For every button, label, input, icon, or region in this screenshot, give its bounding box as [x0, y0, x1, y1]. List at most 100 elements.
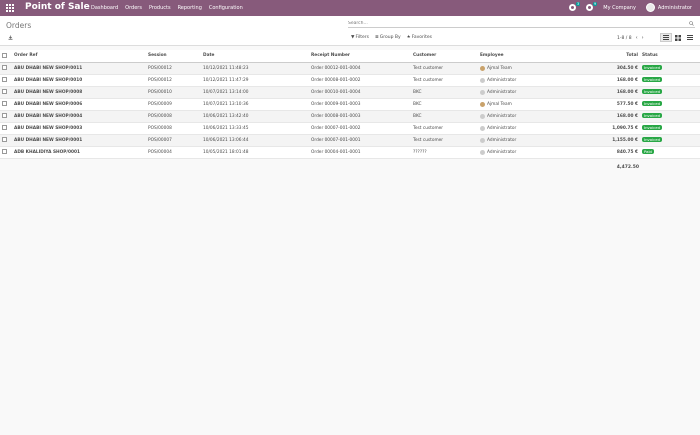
table-row[interactable]: ABU DHABI NEW SHOP/0008 POS/00010 10/07/20…: [0, 86, 700, 99]
menu-reporting[interactable]: Reporting: [178, 5, 202, 11]
table-row[interactable]: ABU DHABI NEW SHOP/0003 POS/00008 10/06/20…: [0, 122, 700, 135]
cell-session: POS/00009: [146, 98, 201, 111]
header-date[interactable]: Date: [201, 50, 309, 63]
select-all-checkbox[interactable]: [2, 52, 7, 58]
cell-receipt: Order 00009-001-0003: [309, 98, 411, 111]
status-badge: Invoiced: [642, 89, 662, 94]
cell-customer: Test customer: [411, 62, 478, 75]
list-view-button[interactable]: [660, 33, 672, 42]
cell-total: 577.50 €: [548, 98, 640, 111]
header-status[interactable]: Status: [640, 50, 700, 63]
cell-receipt: Order 00004-001-0001: [309, 146, 411, 159]
form-view-icon: [687, 35, 693, 40]
search-input[interactable]: [348, 21, 678, 26]
employee-name: Ajmal Team: [487, 65, 512, 71]
cell-customer: BKC: [411, 98, 478, 111]
cell-employee: Administrator: [478, 146, 548, 159]
cell-customer: Test customer: [411, 134, 478, 147]
app-title[interactable]: Point of Sale: [25, 2, 90, 12]
header-total[interactable]: Total: [548, 50, 640, 63]
status-badge: Invoiced: [642, 101, 662, 106]
form-view-button[interactable]: [684, 33, 696, 42]
table-row[interactable]: ADB KHALIDIYA SHOP/0001 POS/00004 10/05/20…: [0, 146, 700, 159]
cell-session: POS/00004: [146, 146, 201, 159]
row-checkbox[interactable]: [2, 137, 7, 142]
cell-receipt: Order 00008-001-0003: [309, 110, 411, 123]
group-by-button[interactable]: ≡ Group By: [375, 35, 401, 40]
row-checkbox[interactable]: [2, 113, 7, 118]
orders-table: Order Ref Session Date Receipt Number Cu…: [0, 50, 700, 159]
cell-total: 168.00 €: [548, 110, 640, 123]
employee-avatar: [480, 125, 485, 131]
employee-name: Administrator: [487, 149, 517, 155]
menu-orders[interactable]: Orders: [125, 5, 142, 11]
cell-receipt: Order 00010-001-0004: [309, 86, 411, 99]
menu-dashboard[interactable]: Dashboard: [91, 5, 118, 11]
header-employee[interactable]: Employee: [478, 50, 548, 63]
menu-configuration[interactable]: Configuration: [209, 5, 243, 11]
kanban-view-button[interactable]: [672, 33, 684, 42]
cell-session: POS/00008: [146, 122, 201, 135]
cell-employee: Administrator: [478, 110, 548, 123]
filters-button[interactable]: ▼ Filters: [351, 35, 369, 40]
menu-products[interactable]: Products: [149, 5, 171, 11]
user-avatar: [645, 3, 655, 12]
cell-order-ref: ABU DHABI NEW SHOP/0008: [12, 86, 146, 99]
company-switcher[interactable]: My Company: [603, 5, 636, 11]
header-order-ref[interactable]: Order Ref: [12, 50, 146, 63]
table-row[interactable]: ABU DHABI NEW SHOP/0011 POS/00012 10/12/20…: [0, 62, 700, 75]
pager-previous-icon[interactable]: ‹: [636, 35, 638, 41]
employee-name: Ajmal Team: [487, 101, 512, 107]
cell-order-ref: ABU DHABI NEW SHOP/0001: [12, 134, 146, 147]
row-select-cell: [0, 62, 12, 75]
cell-order-ref: ABU DHABI NEW SHOP/0011: [12, 62, 146, 75]
employee-name: Administrator: [487, 137, 517, 143]
row-checkbox[interactable]: [2, 101, 7, 106]
header-customer[interactable]: Customer: [411, 50, 478, 63]
pager-value[interactable]: 1-8 / 8: [617, 36, 632, 41]
messages-icon[interactable]: 9: [586, 2, 598, 11]
table-row[interactable]: ABU DHABI NEW SHOP/0010 POS/00012 10/12/20…: [0, 74, 700, 87]
cell-session: POS/00010: [146, 86, 201, 99]
table-row[interactable]: ABU DHABI NEW SHOP/0004 POS/00008 10/06/20…: [0, 110, 700, 123]
cell-customer: BKC: [411, 86, 478, 99]
table-row[interactable]: ABU DHABI NEW SHOP/0001 POS/00007 10/06/20…: [0, 134, 700, 147]
apps-menu-icon[interactable]: [6, 4, 14, 12]
activity-icon[interactable]: 3: [569, 2, 581, 11]
row-select-cell: [0, 98, 12, 111]
header-receipt[interactable]: Receipt Number: [309, 50, 411, 63]
favorites-button[interactable]: ★ Favorites: [407, 35, 432, 40]
cell-order-ref: ABU DHABI NEW SHOP/0004: [12, 110, 146, 123]
top-navbar: Point of Sale Dashboard Orders Products …: [0, 0, 700, 16]
sum-total: 4,472.50: [616, 165, 639, 170]
status-badge: Invoiced: [642, 137, 662, 142]
header-session[interactable]: Session: [146, 50, 201, 63]
user-menu[interactable]: Administrator: [645, 3, 692, 12]
row-checkbox[interactable]: [2, 125, 7, 130]
download-icon[interactable]: [8, 35, 13, 40]
cell-employee: Ajmal Team: [478, 62, 548, 75]
employee-avatar: [480, 113, 485, 119]
row-checkbox[interactable]: [2, 149, 7, 154]
row-checkbox[interactable]: [2, 89, 7, 94]
cell-total: 168.00 €: [548, 74, 640, 87]
cell-customer: Test customer: [411, 74, 478, 87]
cell-customer: Test customer: [411, 122, 478, 135]
cell-date: 10/05/2021 18:01:48: [201, 146, 309, 159]
orders-list: Order Ref Session Date Receipt Number Cu…: [0, 50, 700, 159]
status-badge: Invoiced: [642, 65, 662, 70]
cell-employee: Administrator: [478, 134, 548, 147]
row-checkbox[interactable]: [2, 65, 7, 70]
kanban-view-icon: [675, 34, 681, 41]
select-all-cell: [0, 50, 12, 63]
status-badge: Invoiced: [642, 113, 662, 118]
cell-date: 10/06/2021 13:33:45: [201, 122, 309, 135]
cell-customer: ??????: [411, 146, 478, 159]
search-icon[interactable]: [689, 21, 694, 26]
pager-next-icon[interactable]: ›: [642, 35, 644, 41]
row-checkbox[interactable]: [2, 77, 7, 82]
cell-date: 10/12/2021 11:48:23: [201, 62, 309, 75]
table-row[interactable]: ABU DHABI NEW SHOP/0006 POS/00009 10/07/20…: [0, 98, 700, 111]
table-header-row: Order Ref Session Date Receipt Number Cu…: [0, 50, 700, 63]
cell-date: 10/07/2021 13:14:00: [201, 86, 309, 99]
